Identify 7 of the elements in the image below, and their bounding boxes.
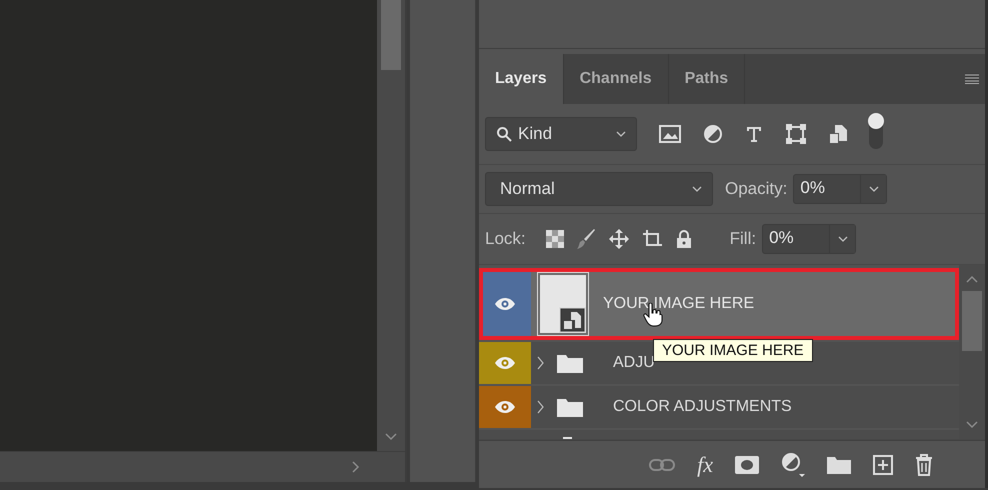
layer-name: COLOR ADJUSTMENTS (613, 398, 792, 416)
fill-label: Fill: (730, 229, 756, 249)
tooltip: YOUR IMAGE HERE (653, 339, 813, 362)
layer-name: ADJU (613, 354, 655, 372)
opacity-label: Opacity: (725, 179, 788, 199)
lock-label: Lock: (485, 229, 526, 249)
layer-name: YOUR IMAGE HERE (603, 295, 754, 313)
